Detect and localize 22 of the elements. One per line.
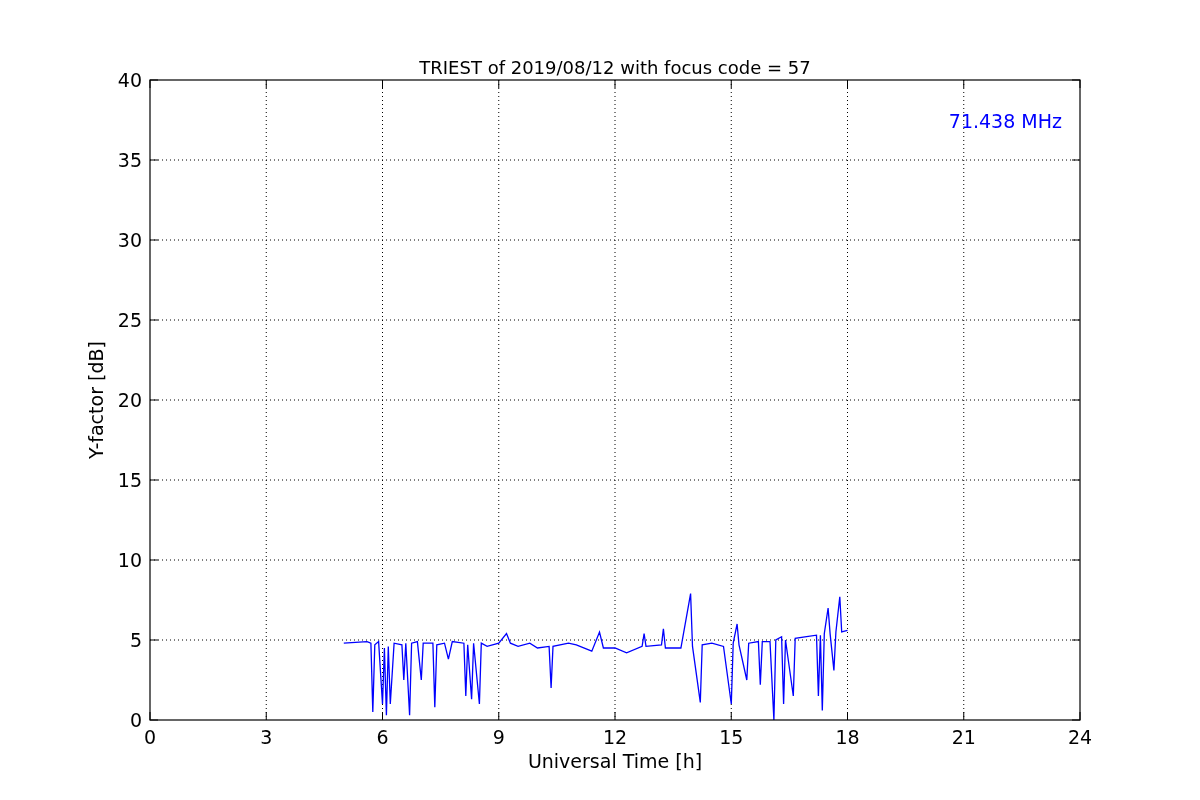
x-tick-label: 3 [260,726,273,748]
x-tick-label: 12 [602,726,628,748]
x-tick-label: 18 [835,726,860,748]
x-tick-label: 0 [143,726,157,748]
chart-title: TRIEST of 2019/08/12 with focus code = 57 [419,57,811,78]
x-tick-label: 6 [376,726,389,748]
x-tick-label: 9 [492,726,505,748]
x-tick-label: 21 [951,726,976,748]
x-axis-label: Universal Time [h] [527,750,703,772]
y-tick-label: 25 [117,309,142,331]
y-tick-label: 30 [117,229,142,251]
y-tick-label: 10 [117,549,142,571]
y-tick-label: 5 [129,629,142,651]
series-label: 71.438 MHz [948,110,1062,132]
x-tick-label: 24 [1067,726,1093,748]
y-tick-label: 40 [117,69,142,91]
x-tick-label: 15 [719,726,744,748]
y-tick-label: 35 [117,149,142,171]
y-tick-label: 0 [129,709,142,731]
y-tick-label: 20 [117,389,142,411]
y-axis-label: Y-factor [dB] [85,341,107,459]
y-tick-label: 15 [117,469,142,491]
